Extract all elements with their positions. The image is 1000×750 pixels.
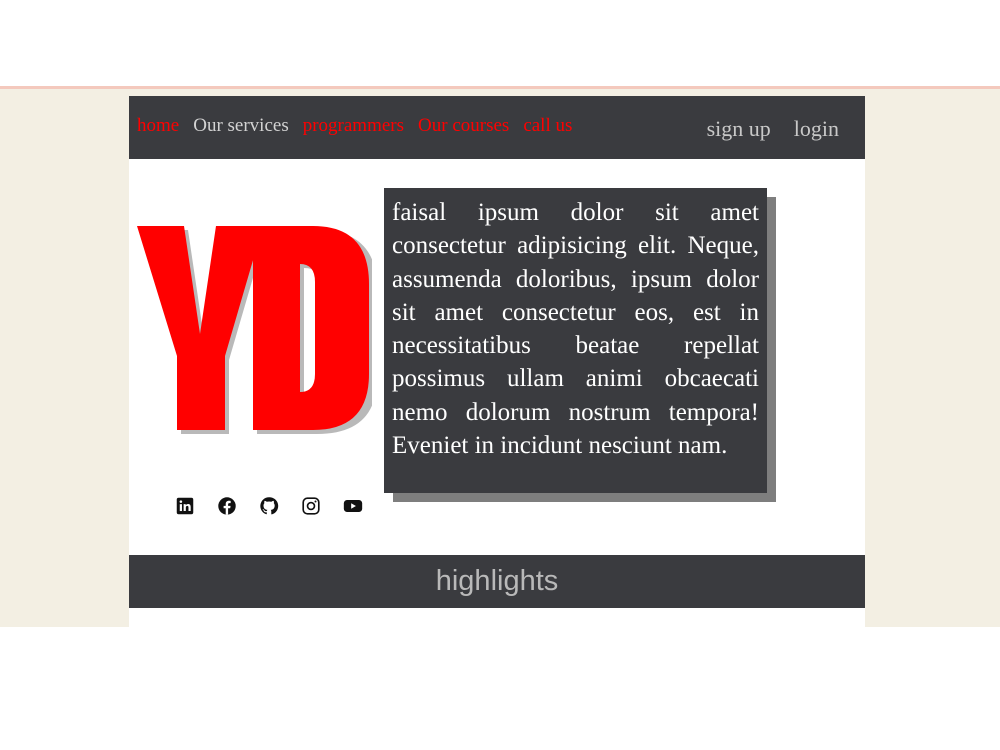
- highlights-header: highlights: [129, 555, 865, 608]
- nav-call-us-link[interactable]: call us: [523, 115, 572, 137]
- login-link[interactable]: login: [794, 116, 839, 142]
- linkedin-icon[interactable]: [174, 495, 196, 517]
- nav-courses-link[interactable]: Our courses: [418, 115, 509, 137]
- social-icons: [174, 495, 364, 517]
- nav-links: home Our services programmers Our course…: [137, 115, 586, 137]
- instagram-icon[interactable]: [300, 495, 322, 517]
- nav-services-link[interactable]: Our services: [193, 115, 289, 137]
- auth-links: sign up login: [684, 116, 839, 142]
- highlights-title: highlights: [435, 565, 559, 597]
- nav-home-link[interactable]: home: [137, 115, 179, 137]
- sign-up-link[interactable]: sign up: [707, 116, 771, 142]
- intro-paragraph: faisal ipsum dolor sit amet consectetur …: [392, 199, 759, 460]
- facebook-icon[interactable]: [216, 495, 238, 517]
- nav-programmers-link[interactable]: programmers: [303, 115, 404, 137]
- yd-logo: [137, 226, 372, 434]
- navbar: home Our services programmers Our course…: [129, 96, 865, 159]
- github-icon[interactable]: [258, 495, 280, 517]
- youtube-icon[interactable]: [342, 495, 364, 517]
- main-container: home Our services programmers Our course…: [129, 96, 865, 627]
- intro-text-box: faisal ipsum dolor sit amet consectetur …: [384, 188, 767, 493]
